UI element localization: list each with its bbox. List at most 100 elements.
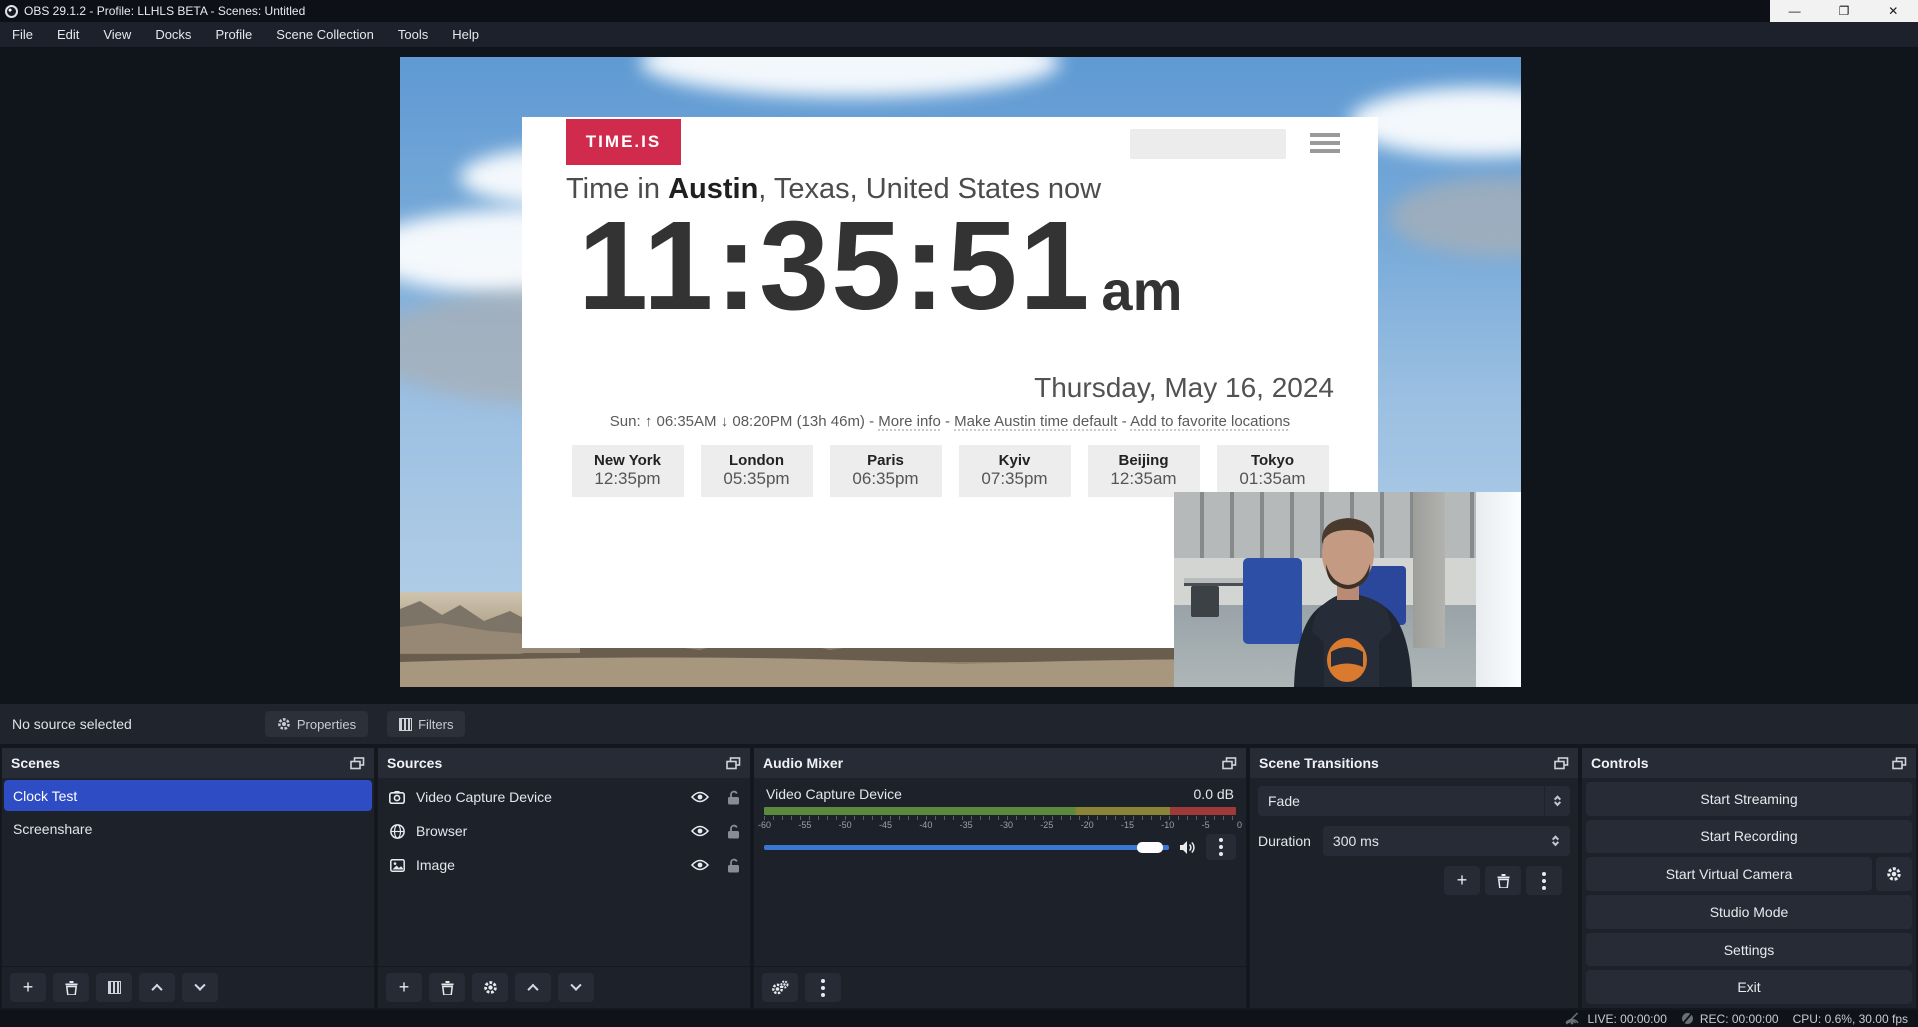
source-item-browser[interactable]: Browser (378, 816, 750, 846)
city-box[interactable]: New York 12:35pm (572, 445, 684, 497)
remove-source-button[interactable] (429, 973, 465, 1002)
filters-icon (399, 718, 412, 731)
gear-icon (277, 717, 291, 731)
restore-button[interactable]: ❐ (1819, 0, 1868, 22)
menu-help[interactable]: Help (440, 22, 491, 47)
city-box[interactable]: Kyiv 07:35pm (959, 445, 1071, 497)
double-gear-icon (771, 980, 789, 996)
hamburger-menu-icon[interactable] (1310, 133, 1340, 157)
add-transition-button[interactable]: + (1444, 866, 1480, 895)
preview-area: TIME.IS Time in Austin, Texas, United St… (0, 47, 1918, 704)
duration-spinbox[interactable]: 300 ms (1323, 826, 1570, 856)
start-virtual-camera-button[interactable]: Start Virtual Camera (1586, 857, 1872, 891)
controls-body: Start Streaming Start Recording Start Vi… (1582, 778, 1916, 1008)
clock-time: 11:35:51 (578, 203, 1091, 329)
lock-open-icon[interactable] (727, 790, 740, 805)
scene-item-clock-test[interactable]: Clock Test (4, 780, 372, 811)
remove-scene-button[interactable] (53, 973, 89, 1002)
menu-tools[interactable]: Tools (386, 22, 440, 47)
close-button[interactable]: ✕ (1869, 0, 1918, 22)
city-box[interactable]: Beijing 12:35am (1088, 445, 1200, 497)
transition-menu-button[interactable] (1526, 866, 1562, 895)
search-input[interactable] (1130, 129, 1286, 159)
menu-profile[interactable]: Profile (203, 22, 264, 47)
popout-icon[interactable] (1892, 757, 1907, 770)
properties-button[interactable]: Properties (265, 711, 368, 737)
settings-button[interactable]: Settings (1586, 933, 1912, 967)
exit-button[interactable]: Exit (1586, 970, 1912, 1004)
city-box[interactable]: Paris 06:35pm (830, 445, 942, 497)
audio-mixer-body: Video Capture Device 0.0 dB -60 -55 -50 … (754, 778, 1246, 966)
lock-open-icon[interactable] (727, 824, 740, 839)
filters-icon (108, 981, 121, 994)
make-default-link[interactable]: Make Austin time default (954, 413, 1117, 430)
city-box[interactable]: Tokyo 01:35am (1217, 445, 1329, 497)
move-scene-down-button[interactable] (182, 973, 218, 1002)
virtual-camera-config-button[interactable] (1876, 857, 1912, 891)
timeis-logo[interactable]: TIME.IS (566, 119, 681, 165)
gear-icon (483, 980, 498, 995)
visibility-eye-icon[interactable] (691, 791, 709, 803)
menu-docks[interactable]: Docks (143, 22, 203, 47)
source-item-video-capture[interactable]: Video Capture Device (378, 782, 750, 812)
camera-icon (389, 791, 405, 804)
speaker-icon[interactable] (1179, 840, 1196, 855)
volume-slider-handle[interactable] (1137, 842, 1163, 853)
scenes-list: Clock Test Screenshare (2, 778, 374, 966)
studio-mode-button[interactable]: Studio Mode (1586, 895, 1912, 929)
lock-open-icon[interactable] (727, 858, 740, 873)
add-scene-button[interactable]: + (10, 973, 46, 1002)
volume-slider[interactable] (764, 845, 1169, 850)
visibility-eye-icon[interactable] (691, 825, 709, 837)
scene-filters-button[interactable] (96, 973, 132, 1002)
menu-view[interactable]: View (91, 22, 143, 47)
preview-canvas[interactable]: TIME.IS Time in Austin, Texas, United St… (400, 57, 1521, 687)
remove-transition-button[interactable] (1485, 866, 1521, 895)
webcam-source[interactable] (1174, 492, 1521, 687)
scene-item-screenshare[interactable]: Screenshare (4, 813, 372, 844)
start-streaming-button[interactable]: Start Streaming (1586, 782, 1912, 816)
move-source-up-button[interactable] (515, 973, 551, 1002)
popout-icon[interactable] (726, 757, 741, 770)
start-recording-button[interactable]: Start Recording (1586, 820, 1912, 854)
filters-button[interactable]: Filters (387, 711, 465, 737)
move-scene-up-button[interactable] (139, 973, 175, 1002)
source-item-image[interactable]: Image (378, 850, 750, 880)
globe-icon (390, 824, 405, 839)
audio-mixer-panel: Audio Mixer Video Capture Device 0.0 dB … (754, 748, 1246, 1008)
sources-toolbar: + (378, 966, 750, 1008)
sources-header: Sources (378, 748, 750, 778)
transition-select[interactable]: Fade (1258, 786, 1570, 816)
mixer-channel-menu-button[interactable] (1206, 834, 1236, 860)
more-info-link[interactable]: More info (878, 413, 941, 430)
popout-icon[interactable] (1222, 757, 1237, 770)
move-source-down-button[interactable] (558, 973, 594, 1002)
popout-icon[interactable] (1554, 757, 1569, 770)
status-bar: LIVE: 00:00:00 REC: 00:00:00 CPU: 0.6%, … (0, 1010, 1918, 1027)
audio-mixer-header: Audio Mixer (754, 748, 1246, 778)
cpu-fps-stats: CPU: 0.6%, 30.00 fps (1793, 1012, 1908, 1026)
record-inactive-icon (1681, 1012, 1694, 1025)
menu-edit[interactable]: Edit (45, 22, 91, 47)
mixer-menu-button[interactable] (805, 973, 841, 1002)
mixer-level-db: 0.0 dB (1194, 786, 1234, 802)
visibility-eye-icon[interactable] (691, 859, 709, 871)
scene-transitions-body: Fade Duration 300 ms + (1250, 778, 1578, 1008)
clock-meridiem: am (1101, 258, 1182, 323)
source-status-text: No source selected (12, 716, 132, 732)
popout-icon[interactable] (350, 757, 365, 770)
advanced-audio-properties-button[interactable] (762, 973, 798, 1002)
add-source-button[interactable]: + (386, 973, 422, 1002)
trash-icon (441, 981, 454, 995)
minimize-button[interactable]: — (1770, 0, 1819, 22)
menu-scene-collection[interactable]: Scene Collection (264, 22, 386, 47)
add-favorite-link[interactable]: Add to favorite locations (1130, 413, 1290, 430)
duration-label: Duration (1258, 833, 1311, 849)
dock-panels: Scenes Clock Test Screenshare + (0, 744, 1918, 1010)
source-properties-button[interactable] (472, 973, 508, 1002)
menu-file[interactable]: File (0, 22, 45, 47)
controls-panel: Controls Start Streaming Start Recording… (1582, 748, 1916, 1008)
transition-select-spinner[interactable] (1544, 786, 1570, 816)
city-box[interactable]: London 05:35pm (701, 445, 813, 497)
duration-spinner[interactable] (1546, 835, 1570, 848)
